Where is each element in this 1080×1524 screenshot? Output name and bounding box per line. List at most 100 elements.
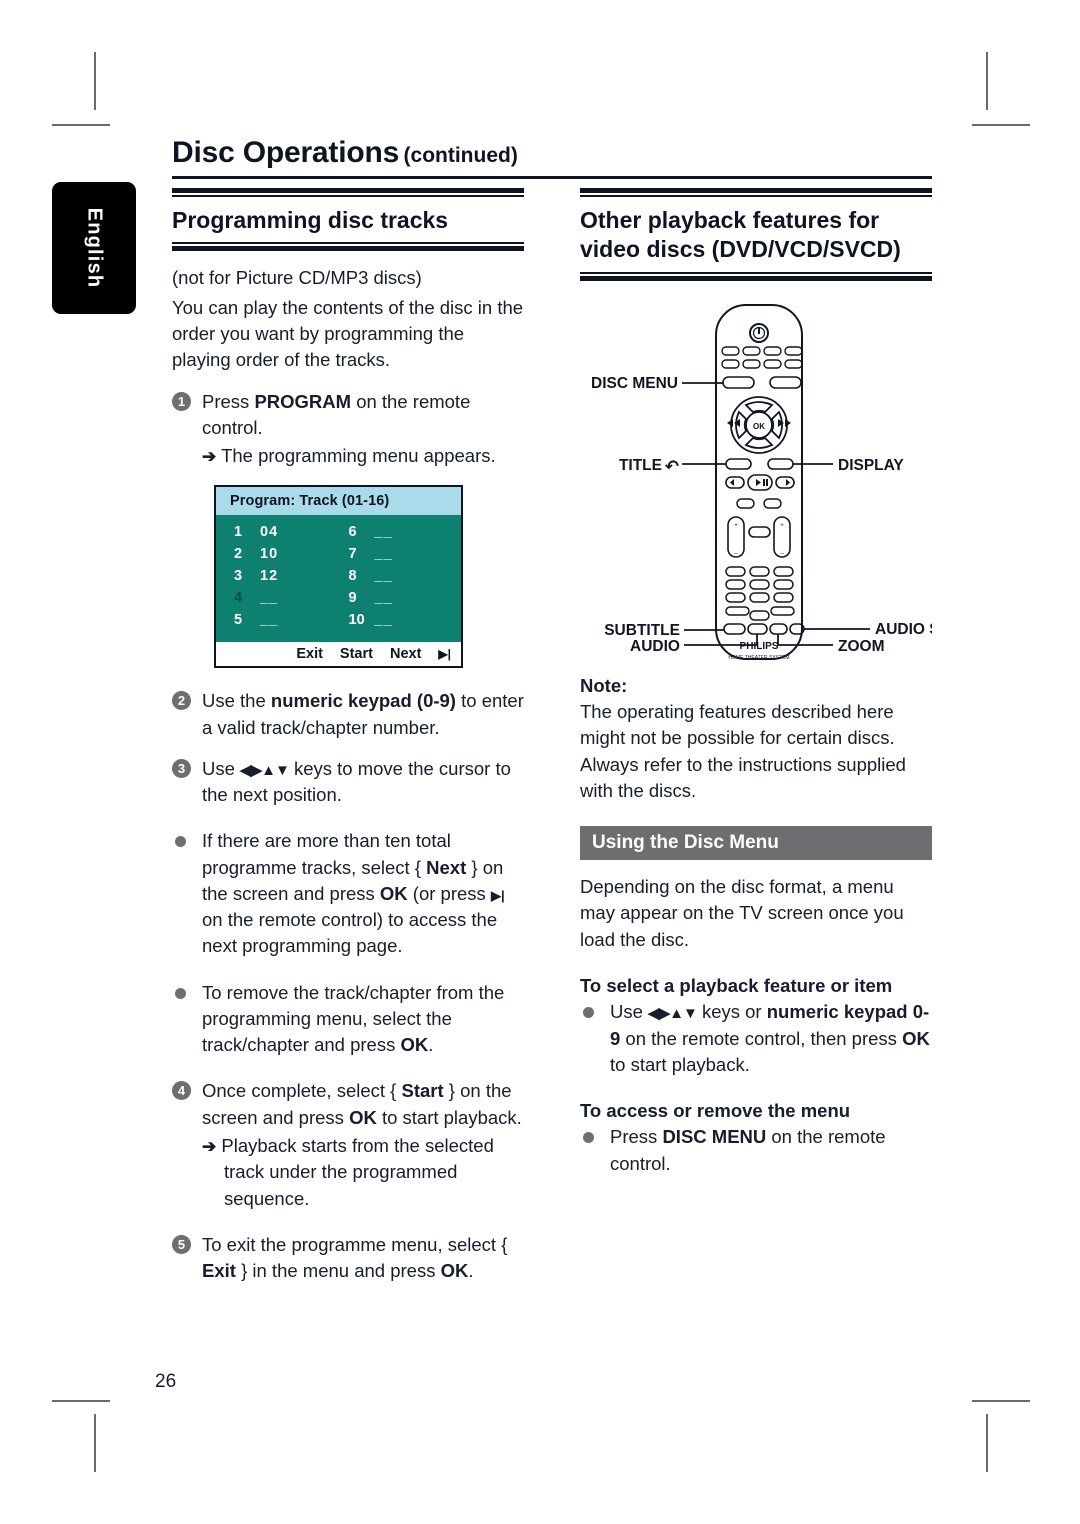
exit-button[interactable]: Exit [296,646,323,662]
program-menu-title: Program: Track (01-16) [216,487,461,516]
sf-bold-ok: OK [902,1027,930,1049]
display-button [767,458,794,470]
note-text: The operating features described here mi… [580,701,906,801]
bullet-1-bold-next: Next [426,856,467,878]
row-value: __ [374,590,393,607]
start-button[interactable]: Start [340,646,373,662]
callout-zoom: ZOOM [838,638,885,655]
zoom-button [769,623,788,635]
program-menu-column-right: 6 __ 7 __ 8 __ 9 __ 10 __ [339,524,462,634]
callout-display: DISPLAY [838,457,904,474]
access-menu-bullet: Press DISC MENU on the remote control. [580,1124,932,1177]
callout-audio-sync: AUDIO SYNC [875,621,932,638]
setup-button [769,376,802,389]
left-column: Programming disc tracks (not for Picture… [172,188,524,1284]
program-menu-row[interactable]: 1 04 [234,524,339,546]
program-menu-screenshot: Program: Track (01-16) 1 04 2 10 3 12 4 … [214,485,463,669]
row-index: 1 [234,524,243,541]
step-5-seg2: } in the menu and press [235,1260,441,1282]
row-index: 6 [348,524,357,541]
bullet-1-seg3: (or press [407,882,491,904]
crop-mark-bottom-right-horizontal [972,1400,1030,1402]
title-button [725,458,752,470]
section-rule-thick-bottom [580,275,932,281]
bullet-icon [583,1007,594,1019]
select-feature-heading: To select a playback feature or item [580,973,932,999]
step-4-seg3: to start playback. [376,1106,522,1128]
step-number-5: 5 [172,1234,191,1254]
row-value: __ [374,568,393,585]
remote-control-svg: OK +– +– PHILIPS HOME THEATER SYSTEM DIS… [591,303,932,661]
svg-text:+: + [734,523,738,529]
program-menu-row[interactable]: 6 __ [349,524,462,546]
crop-mark-bottom-left-horizontal [52,1400,110,1402]
audio-button [747,623,768,635]
access-menu-heading-text: To access or remove the menu [580,1100,851,1122]
right-column: Other playback features for video discs … [580,188,932,1177]
step-1-result-text: The programming menu appears. [221,445,496,467]
program-menu-row[interactable]: 9 __ [349,590,462,612]
next-track-icon: ▶| [490,887,505,903]
section-heading-other-playback: Other playback features for video discs … [580,207,901,263]
sf-seg1: Use [610,1001,649,1023]
program-menu-row[interactable]: 5 __ [234,612,339,634]
step-5-seg1: To exit the programme menu, select { [202,1233,508,1255]
program-menu-row[interactable]: 2 10 [234,546,339,568]
row-index: 9 [348,590,357,607]
callout-audio: AUDIO [630,638,680,655]
crop-mark-top-right-vertical [986,52,988,110]
sf-bold-keypad: numeric keypad [766,1001,908,1023]
disc-menu-paragraph: Depending on the disc format, a menu may… [580,876,904,950]
program-menu-row[interactable]: 10 __ [349,612,462,634]
next-track-icon: ▶| [438,647,451,662]
row-value: 04 [260,524,279,541]
step-number-3: 3 [172,758,191,778]
row-value: 12 [260,568,279,585]
crop-mark-bottom-right-vertical [986,1414,988,1472]
section-heading-programming: Programming disc tracks [172,207,449,233]
callout-title: TITLE [619,457,662,474]
row-index: 10 [348,612,365,629]
row-index: 4 [234,590,243,607]
crop-mark-top-left-horizontal [52,124,110,126]
bullet-icon [175,836,186,848]
row-value: __ [374,546,393,563]
program-menu-footer: Exit Start Next ▶| [216,642,461,667]
section-rule-thick-top [172,188,524,193]
bullet-2-bold-ok: OK [400,1034,429,1056]
arrow-icon: ➔ [202,1137,217,1157]
ok-button-label: OK [753,422,765,431]
step-5: 5 To exit the programme menu, select { E… [172,1232,524,1285]
row-index: 8 [348,568,357,585]
row-index: 5 [234,612,243,629]
step-5-bold-ok: OK [440,1260,469,1282]
step-5-seg3: . [468,1260,474,1282]
step-1-text-pre: Press [202,390,255,412]
remote-subbrand: HOME THEATER SYSTEM [728,655,789,661]
bullet-1-bold-ok: OK [379,882,408,904]
step-4-bold-start: Start [401,1080,444,1102]
step-4-result-text: Playback starts from the selected track … [221,1135,494,1209]
row-value: __ [374,524,393,541]
next-button[interactable]: Next [390,646,421,662]
step-2-text-pre: Use the [202,690,271,712]
chapter-rule [172,176,932,179]
page-number: 26 [155,1371,177,1392]
intro-line-2: You can play the contents of the disc in… [172,296,524,371]
step-2-bold: numeric keypad (0-9) [270,690,456,712]
program-menu-row[interactable]: 8 __ [349,568,462,590]
crop-mark-top-right-horizontal [972,124,1030,126]
program-menu-body: 1 04 2 10 3 12 4 __ 5 __ 6 __ 7 __ 8 __ … [216,515,462,643]
language-tab-label: English [83,207,106,289]
subtitle-button [723,623,746,635]
arrow-icon: ➔ [202,447,217,467]
step-4: 4 Once complete, select { Start } on the… [172,1078,524,1211]
row-value: __ [374,612,393,629]
program-menu-column-left: 1 04 2 10 3 12 4 __ 5 __ [216,524,339,634]
program-menu-row[interactable]: 7 __ [349,546,462,568]
bullet-icon [175,987,186,999]
remote-control-diagram: OK + – + – PHILIPS HOME THEATER SYSTEM D… [580,301,932,661]
program-menu-row[interactable]: 3 12 [234,568,339,590]
disc-menu-button [722,376,755,389]
program-menu-row-cursor[interactable]: 4 __ [234,590,339,612]
